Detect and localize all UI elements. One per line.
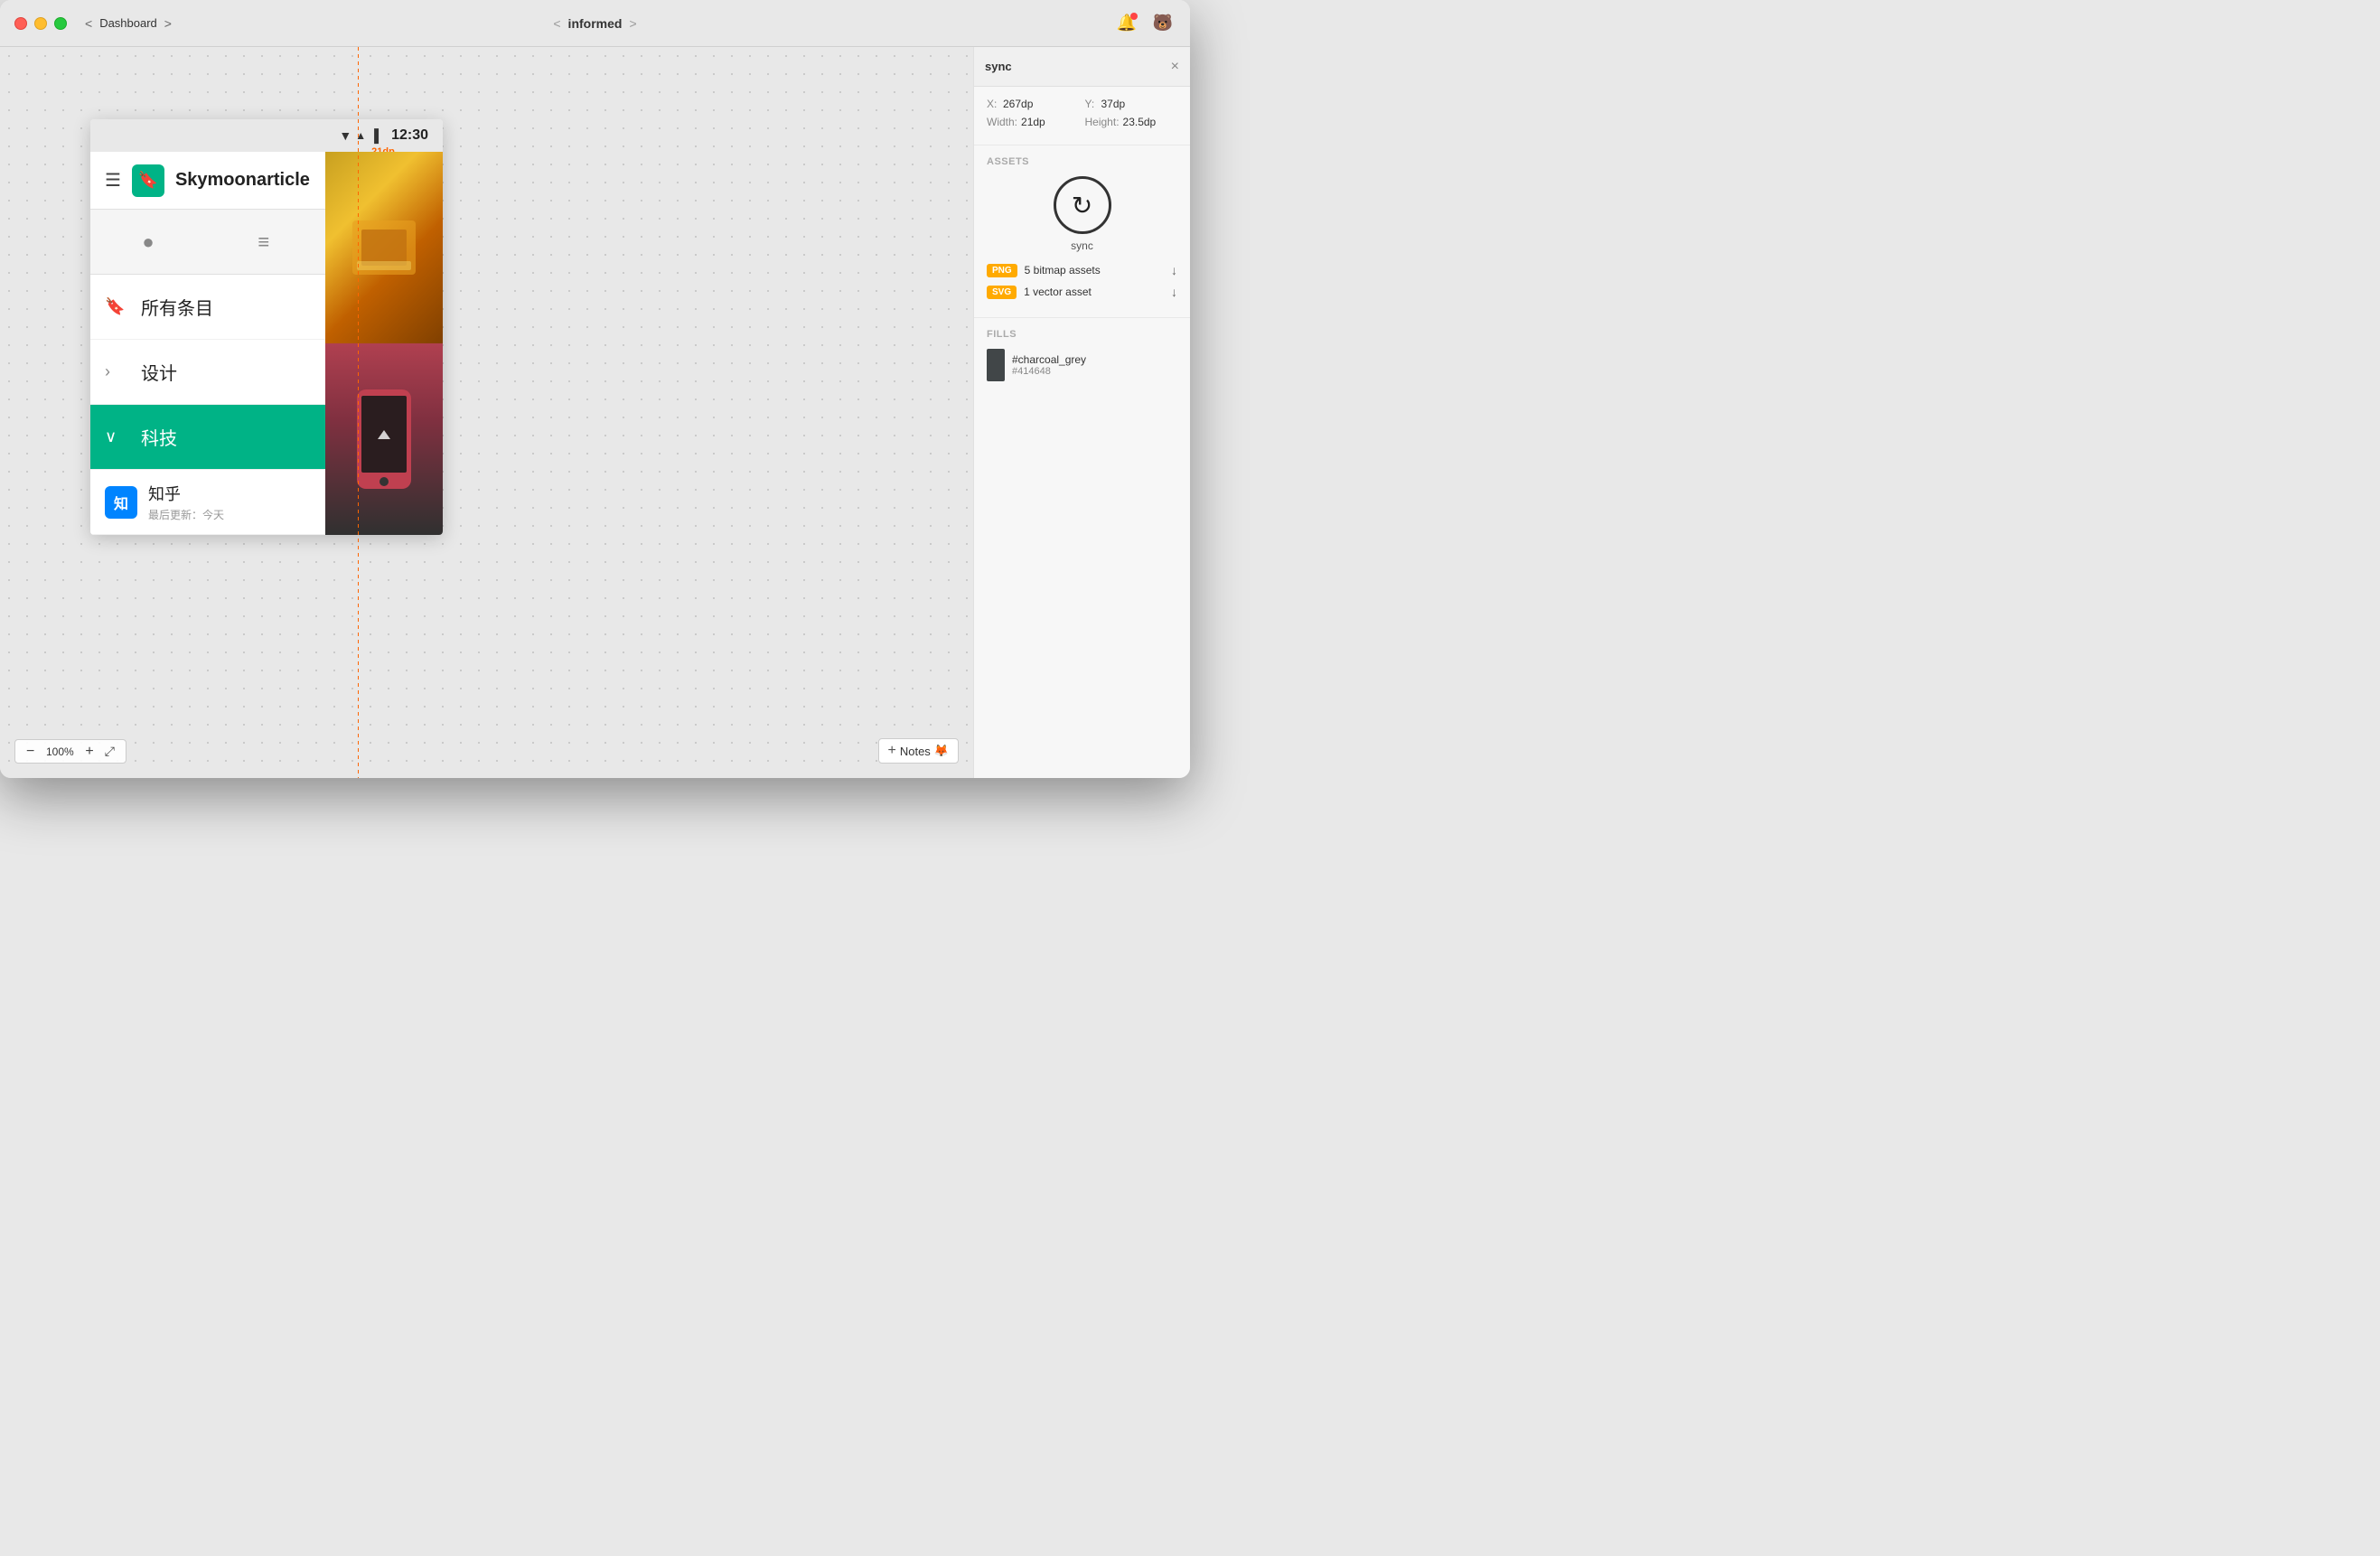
- notes-plus-icon: +: [888, 743, 896, 759]
- fill-name: #charcoal_grey: [1012, 353, 1086, 366]
- png-badge: PNG: [987, 264, 1017, 277]
- back-button[interactable]: <: [81, 14, 96, 33]
- notification-dot: [1130, 13, 1138, 20]
- image-panel: [325, 152, 443, 535]
- title-prev-button[interactable]: <: [553, 16, 560, 31]
- y-value: 37dp: [1101, 98, 1126, 110]
- height-coord: Height: 23.5dp: [1085, 116, 1178, 128]
- asset-icon-name: sync: [1071, 239, 1093, 252]
- panel-header: sync ×: [974, 47, 1190, 87]
- mobile-mockup: ▼ ▲ ▐ 12:30 ☰ 🔖: [90, 119, 443, 535]
- titlebar: < Dashboard > < informed > 🔔 🐻: [0, 0, 1190, 47]
- svg-badge: SVG: [987, 286, 1017, 299]
- window-title: informed: [568, 16, 623, 31]
- image-top: [325, 152, 443, 343]
- breadcrumb: Dashboard: [99, 16, 157, 30]
- png-asset-row: PNG 5 bitmap assets ↓: [987, 263, 1177, 277]
- image-bottom: [325, 343, 443, 535]
- notes-label: Notes: [900, 745, 931, 758]
- y-coord: Y: 37dp: [1085, 98, 1178, 110]
- nav-buttons: < Dashboard >: [81, 14, 175, 33]
- hamburger-icon[interactable]: ☰: [105, 169, 121, 192]
- x-coord: X: 267dp: [987, 98, 1080, 110]
- svg-asset-info: 1 vector asset: [1024, 286, 1164, 298]
- fill-info: #charcoal_grey #414648: [1012, 353, 1086, 377]
- height-value: 23.5dp: [1123, 116, 1157, 128]
- fill-row: #charcoal_grey #414648: [987, 349, 1177, 381]
- zoom-out-button[interactable]: −: [23, 745, 38, 759]
- notification-button[interactable]: 🔔: [1114, 11, 1139, 36]
- main-content: ▼ ▲ ▐ 12:30 ☰ 🔖: [0, 47, 1190, 778]
- asset-circle: ↻: [1054, 176, 1111, 234]
- panel-title: sync: [985, 60, 1171, 73]
- x-value: 267dp: [1003, 98, 1033, 110]
- width-label: Width:: [987, 116, 1017, 128]
- fills-label: Fills: [987, 329, 1177, 340]
- right-panel: sync × X: 267dp Y: 37dp Width: 21d: [973, 47, 1190, 778]
- panel-close-button[interactable]: ×: [1171, 60, 1179, 74]
- category-tab-1[interactable]: ●: [142, 230, 154, 254]
- battery-icon: ▐: [370, 128, 379, 143]
- titlebar-right: 🔔 🐻: [1114, 11, 1176, 36]
- zoom-in-button[interactable]: +: [81, 745, 97, 759]
- y-label: Y:: [1085, 98, 1098, 110]
- maximize-button[interactable]: [54, 17, 67, 30]
- notes-bar: + Notes 🦊: [878, 738, 960, 764]
- title-next-button[interactable]: >: [629, 16, 636, 31]
- chevron-down-icon: ∨: [105, 427, 126, 446]
- wifi-icon: ▼: [339, 128, 351, 143]
- fill-swatch: [987, 349, 1005, 381]
- notes-emoji: 🦊: [934, 744, 949, 758]
- width-coord: Width: 21dp: [987, 116, 1080, 128]
- chevron-right-icon: ›: [105, 362, 126, 381]
- signal-icon: ▲: [355, 129, 366, 142]
- width-value: 21dp: [1021, 116, 1045, 128]
- svg-asset-row: SVG 1 vector asset ↓: [987, 285, 1177, 299]
- title-center: < informed >: [553, 16, 636, 31]
- fills-section: Fills #charcoal_grey #414648: [974, 318, 1190, 392]
- canvas-area[interactable]: ▼ ▲ ▐ 12:30 ☰ 🔖: [0, 47, 973, 778]
- app-window: < Dashboard > < informed > 🔔 🐻: [0, 0, 1190, 778]
- zoom-expand-button[interactable]: ⤢: [101, 744, 118, 759]
- category-tab-2[interactable]: ≡: [258, 230, 269, 254]
- app-logo: 🔖: [132, 164, 164, 197]
- minimize-button[interactable]: [34, 17, 47, 30]
- sync-arrow-icon: ↻: [1072, 191, 1092, 220]
- avatar-button[interactable]: 🐻: [1150, 11, 1176, 36]
- forward-button[interactable]: >: [161, 14, 175, 33]
- traffic-lights: [14, 17, 67, 30]
- bookmark-list-icon: 🔖: [105, 297, 126, 316]
- x-label: X:: [987, 98, 999, 110]
- zoom-bar: − 100% + ⤢: [14, 739, 126, 764]
- status-time: 12:30: [391, 127, 428, 144]
- svg-download-button[interactable]: ↓: [1171, 285, 1177, 299]
- png-asset-info: 5 bitmap assets: [1025, 264, 1164, 277]
- list-icon: ≡: [258, 230, 269, 254]
- assets-section: Assets ↻ sync PNG 5 bitmap assets ↓ SVG …: [974, 145, 1190, 318]
- status-icons: ▼ ▲ ▐: [339, 128, 379, 143]
- assets-label: Assets: [987, 156, 1177, 167]
- png-download-button[interactable]: ↓: [1171, 263, 1177, 277]
- height-label: Height:: [1085, 116, 1120, 128]
- panel-coords: X: 267dp Y: 37dp Width: 21dp Height: 23.…: [987, 98, 1177, 128]
- circle-icon: ●: [142, 230, 154, 254]
- zhihu-logo: 知: [105, 486, 137, 519]
- asset-icon-area: ↻ sync: [987, 176, 1177, 252]
- zoom-level: 100%: [42, 745, 78, 758]
- notes-button[interactable]: + Notes 🦊: [878, 738, 960, 764]
- bookmark-icon: 🔖: [138, 171, 158, 190]
- close-button[interactable]: [14, 17, 27, 30]
- coordinates-section: X: 267dp Y: 37dp Width: 21dp Height: 23.…: [974, 87, 1190, 145]
- fill-hex: #414648: [1012, 366, 1086, 377]
